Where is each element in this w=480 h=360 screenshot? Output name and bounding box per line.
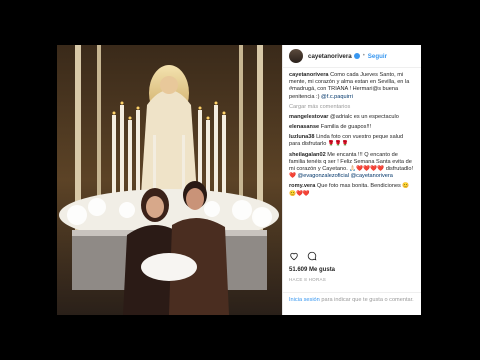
comments-list: cayetanorivera Como cada Jueves Santo, m… (283, 68, 421, 244)
comment-item: mangelestovar @adrialc es un espectaculo (289, 114, 415, 121)
post-timestamp: HACE 8 HORAS (289, 277, 327, 282)
comment-icon[interactable] (307, 251, 317, 261)
comment-username[interactable]: mangelestovar (289, 114, 328, 120)
comment-username[interactable]: romy.vera (289, 183, 315, 189)
comment-username[interactable]: elenasanse (289, 124, 319, 130)
comment-mentions[interactable]: @evagonzalezoficial @cayetanorivera (298, 173, 393, 179)
follow-button[interactable]: Seguir (368, 53, 387, 60)
avatar[interactable] (289, 49, 303, 63)
caption-username[interactable]: cayetanorivera (289, 72, 329, 78)
login-footer-text: para indicar que te gusta o comentar. (321, 297, 414, 303)
heart-icon[interactable] (289, 251, 299, 261)
post-header: cayetanorivera • Seguir (283, 45, 421, 68)
post-side-panel: cayetanorivera • Seguir cayetanorivera C… (282, 45, 421, 315)
login-footer: Inicia sesión para indicar que te gusta … (283, 292, 421, 308)
separator-dot: • (362, 53, 365, 59)
load-more-comments-button[interactable]: Cargar más comentarios (289, 104, 415, 110)
comment-username[interactable]: sheilagalan02 (289, 152, 326, 158)
comment-username[interactable]: luzluna38 (289, 134, 315, 140)
caption: cayetanorivera Como cada Jueves Santo, m… (289, 72, 415, 101)
post-photo-illustration (57, 45, 282, 315)
verified-badge-icon (353, 53, 360, 59)
post-photo[interactable] (57, 45, 282, 315)
instagram-post-card: cayetanorivera • Seguir cayetanorivera C… (57, 45, 421, 315)
login-link[interactable]: Inicia sesión (289, 297, 320, 303)
like-count[interactable]: 51.609 Me gusta (289, 267, 335, 273)
caption-mention[interactable]: @f.c.paquirri (321, 94, 353, 100)
comment-item: sheilagalan02 Me encanta !!! Q encanto d… (289, 152, 415, 181)
comment-item: romy.vera Que foto mas bonita. Bendicion… (289, 183, 415, 197)
post-username[interactable]: cayetanorivera (308, 53, 352, 60)
post-actions (289, 251, 317, 261)
comment-text: Familia de guapos!!! (320, 124, 372, 131)
comment-item: luzluna38 Linda foto con vuestro peque s… (289, 134, 415, 148)
comment-item: elenasanse Familia de guapos!!! (289, 124, 415, 131)
comment-text: @adrialc es un espectaculo (330, 113, 399, 120)
